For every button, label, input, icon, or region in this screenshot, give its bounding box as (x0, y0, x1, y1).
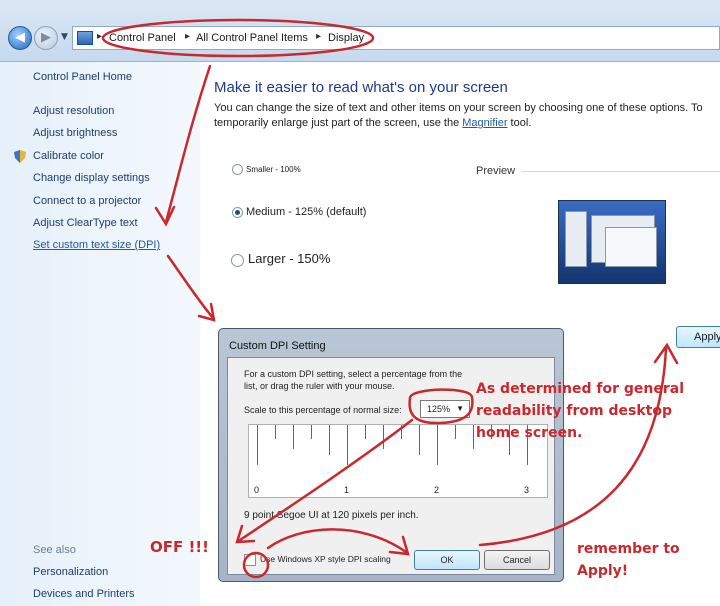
arrow-breadcrumb-to-sidebar (164, 64, 212, 224)
arrow-scale-to-checkbox (238, 418, 414, 542)
arrow-off-to-ok (266, 528, 408, 554)
arrowhead (154, 205, 176, 227)
annotation-overlay (101, 18, 679, 579)
annotation-remember: remember to Apply! (577, 541, 680, 579)
annotation-determined: As determined for general readability fr… (476, 381, 685, 441)
annotation-off: OFF !!! (150, 538, 209, 556)
checkbox-highlight-circle (242, 551, 270, 579)
scale-highlight-ellipse (408, 388, 474, 425)
arrow-sidebar-to-dialog (166, 254, 215, 320)
breadcrumb-highlight-ellipse (101, 18, 375, 58)
